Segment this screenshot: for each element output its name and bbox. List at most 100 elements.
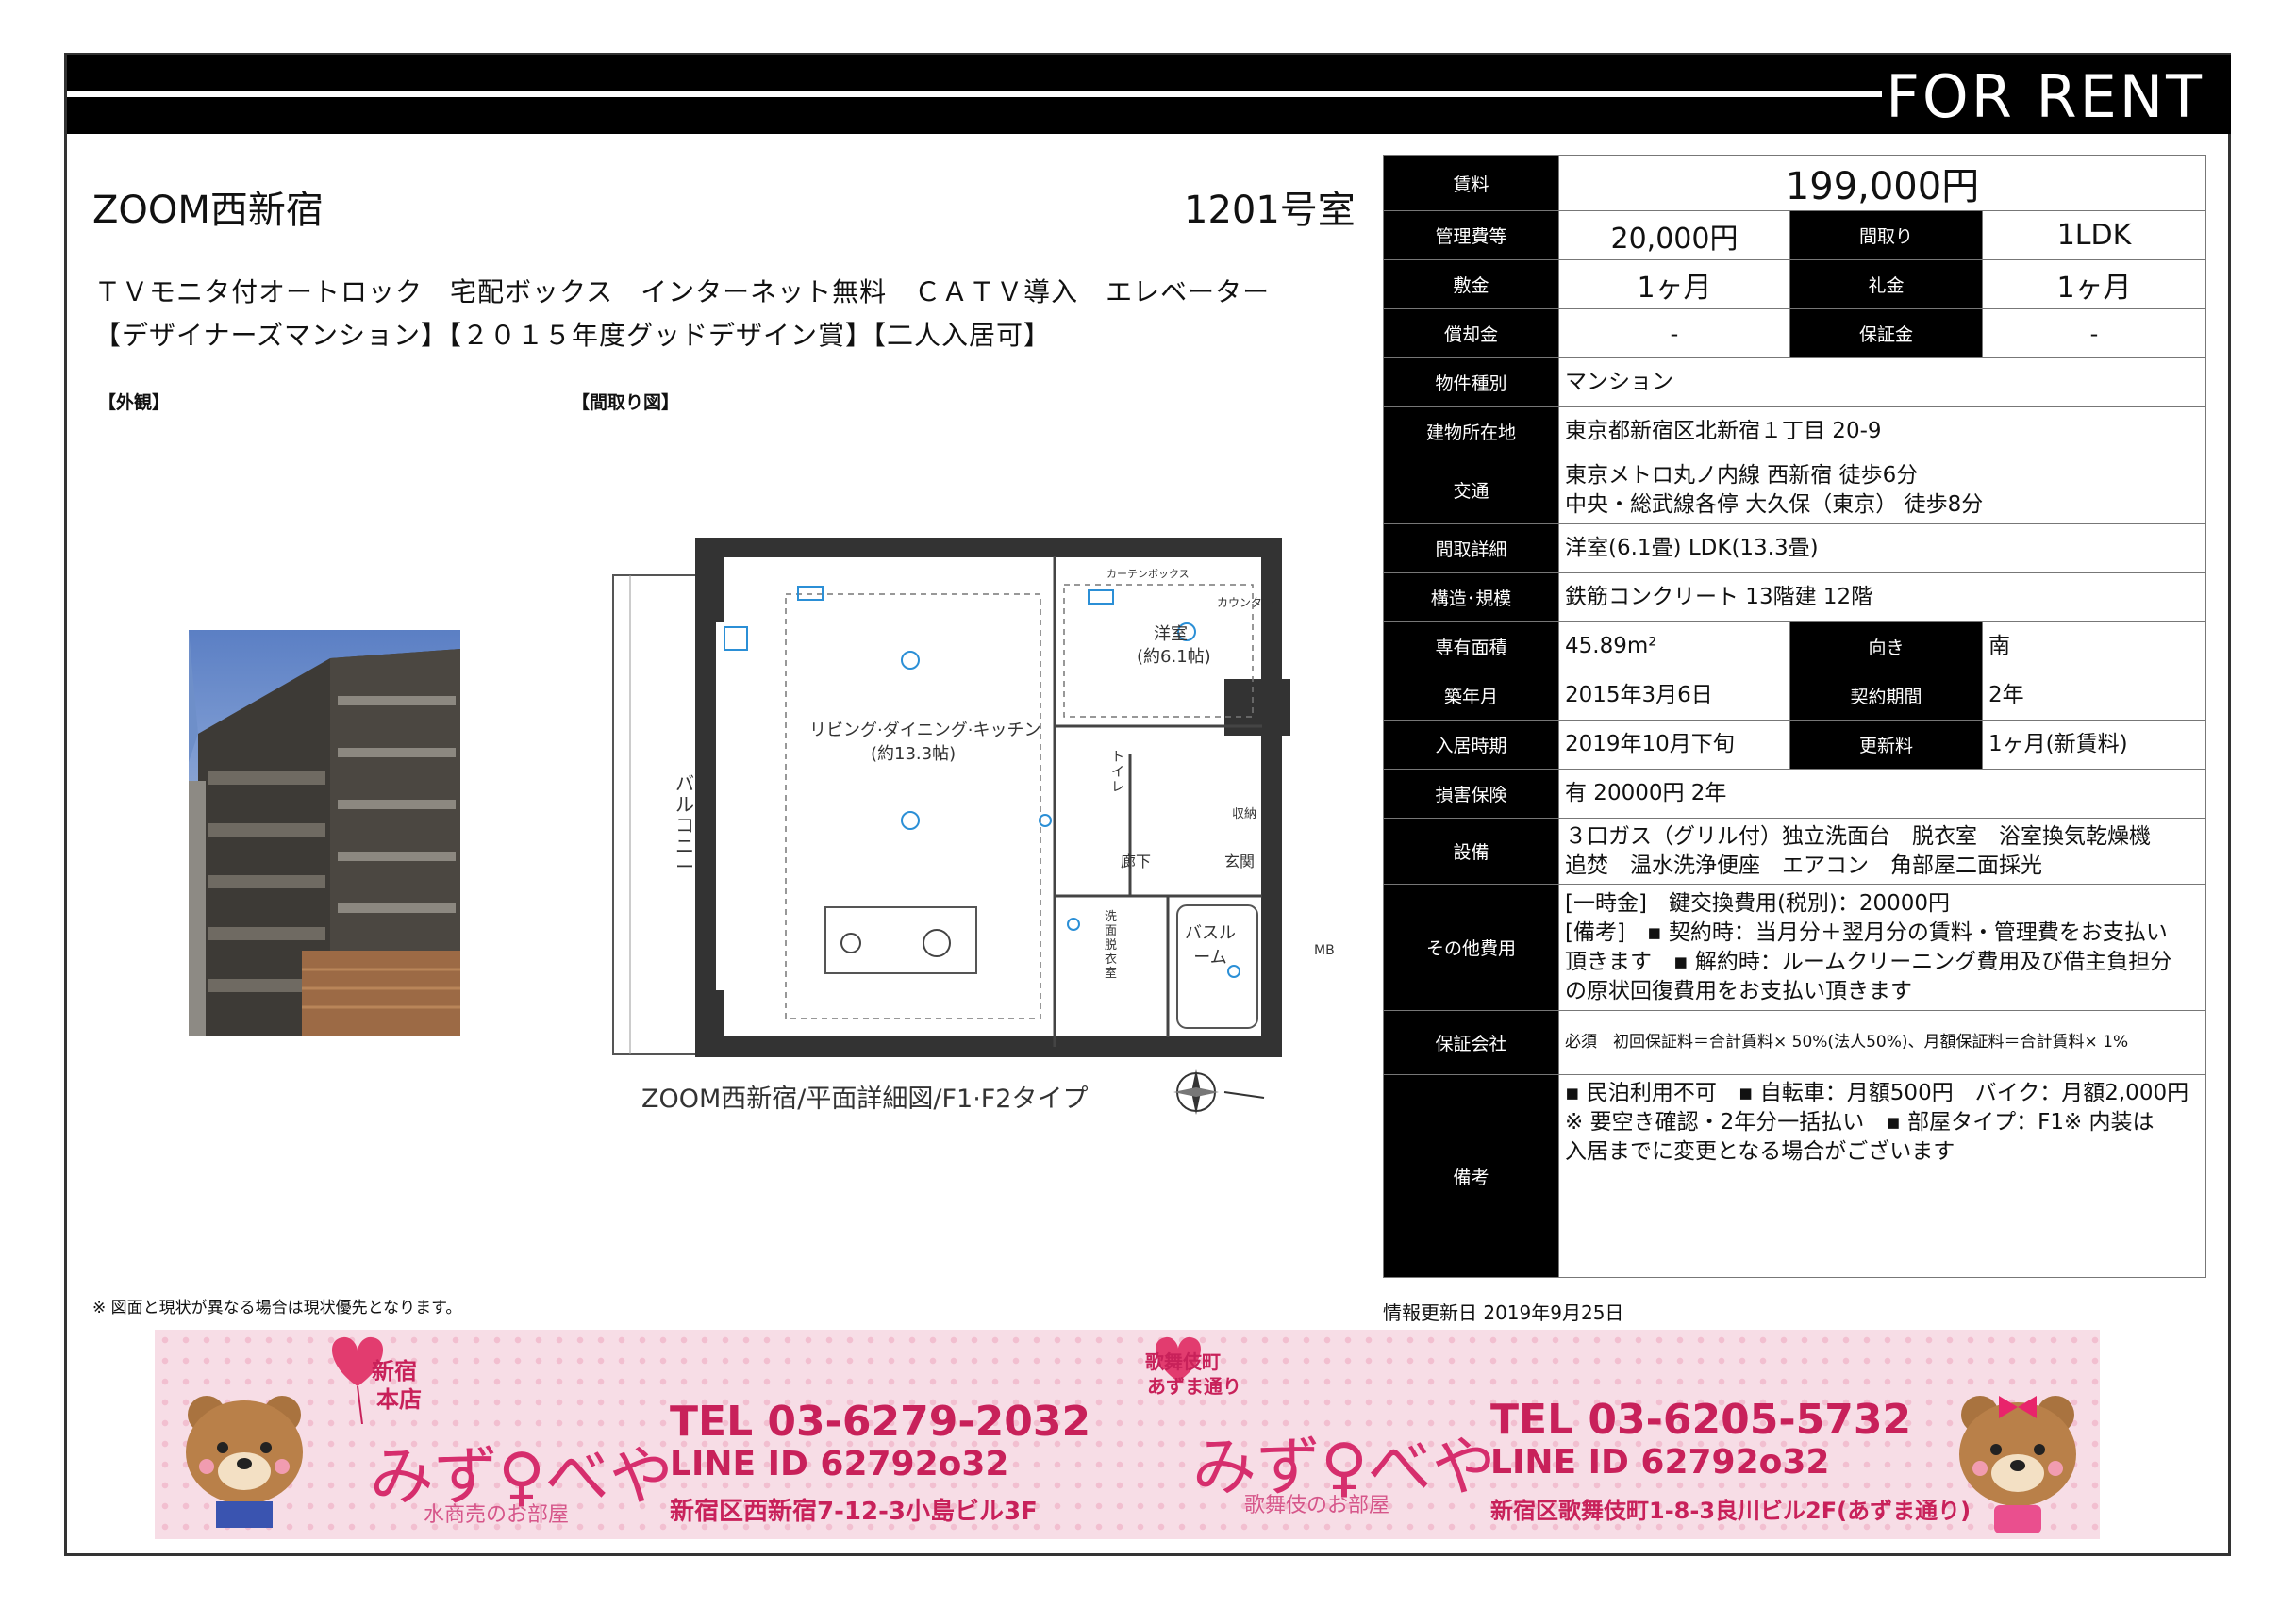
store1-subtitle: 水商売のお部屋: [424, 1503, 570, 1527]
exterior-photo: [189, 630, 460, 1036]
balcony-label: バルコニー: [675, 772, 694, 878]
transport-label: 交通: [1383, 456, 1559, 524]
store1-phone[interactable]: TEL 03-6279-2032: [670, 1398, 1090, 1446]
ldk-label: リビング·ダイニング·キッチン: [809, 721, 1041, 740]
western-room-label: 洋室: [1154, 624, 1188, 644]
transport-line-1: 東京メトロ丸ノ内線 西新宿 徒歩6分: [1565, 462, 1919, 488]
western-room-size: (約6.1帖): [1137, 647, 1211, 667]
contract-term-label: 契約期間: [1789, 671, 1983, 721]
floor-plan: リビング·ダイニング·キッチン (約13.3帖) 洋室 (約6.1帖) バルコニ…: [564, 537, 1356, 1122]
store1-area-tag-line1: 新宿: [372, 1358, 417, 1384]
rent-label: 賃料: [1383, 155, 1559, 211]
other-fees-value: [一時金] 鍵交換費用(税別)：20000円 [備考] ▪ 契約時：当月分＋翌月…: [1557, 884, 2207, 1011]
guarantee-deposit-label: 保証金: [1789, 308, 1983, 358]
structure-value: 鉄筋コンクリート 13階建 12階: [1557, 572, 2207, 622]
equipment-label: 設備: [1383, 818, 1559, 885]
equipment-line-2: 追焚 温水洗浄便座 エアコン 角部屋二面採光: [1565, 853, 2042, 878]
management-fee-value: 20,000円: [1558, 210, 1790, 260]
top-banner: FOR RENT: [67, 55, 2231, 134]
contract-term-value: 2年: [1981, 671, 2207, 721]
structure-label: 構造･規模: [1383, 572, 1559, 622]
store2-line-id[interactable]: LINE ID 62792o32: [1490, 1443, 1829, 1482]
layout-detail-value: 洋室(6.1畳) LDK(13.3畳): [1557, 523, 2207, 573]
other-fees-line-4: の原状回復費用をお支払い頂きます: [1565, 978, 1912, 1003]
key-money-label: 礼金: [1789, 259, 1983, 309]
transport-value: 東京メトロ丸ノ内線 西新宿 徒歩6分 中央・総武線各停 大久保（東京） 徒歩8分: [1557, 456, 2207, 524]
entrance-label: 玄関: [1224, 853, 1256, 870]
store1-address: 新宿区西新宿7-12-3小島ビル3F: [670, 1498, 1038, 1526]
features-line-1: ＴＶモニタ付オートロック 宅配ボックス インターネット無料 ＣＡＴＶ導入 エレベ…: [94, 276, 1271, 307]
deposit-label: 敷金: [1383, 259, 1559, 309]
store2-subtitle: 歌舞伎のお部屋: [1244, 1494, 1390, 1517]
layout-value: 1LDK: [1981, 210, 2207, 260]
store1-area-tag-line2: 本店: [376, 1386, 422, 1413]
building-name: ZOOM西新宿: [92, 189, 324, 232]
other-fees-line-2: [備考] ▪ 契約時：当月分＋翌月分の賃料・管理費をお支払い: [1565, 920, 2168, 945]
layout-detail-label: 間取詳細: [1383, 523, 1559, 573]
store2-phone[interactable]: TEL 03-6205-5732: [1490, 1396, 1911, 1444]
disclaimer-note: ※ 図面と現状が異なる場合は現状優先となります。: [92, 1299, 462, 1317]
building-illustration: [189, 630, 460, 1036]
banner-title: FOR RENT: [1886, 62, 2204, 131]
banner-stripe: [67, 91, 1882, 97]
layout-label: 間取り: [1789, 210, 1983, 260]
store2-area-tag-line2: あずま通り: [1147, 1375, 1241, 1398]
guarantor-label: 保証会社: [1383, 1010, 1559, 1075]
other-fees-label: その他費用: [1383, 884, 1559, 1011]
remarks-line-2: ※ 要空き確認・2年分一括払い ▪ 部屋タイプ：F1※ 内装は: [1565, 1110, 2155, 1135]
renewal-fee-value: 1ヶ月(新賃料): [1981, 720, 2207, 770]
address-value: 東京都新宿区北新宿１丁目 20-9: [1557, 406, 2207, 456]
property-info-table: 賃料 199,000円 管理費等 20,000円 間取り 1LDK 敷金 1ヶ月…: [1383, 155, 2207, 1278]
toilet-label: トイレ: [1111, 750, 1124, 795]
remarks-label: 備考: [1383, 1074, 1559, 1278]
amortization-value: -: [1558, 308, 1790, 358]
room-number: 1201号室: [1184, 189, 1356, 232]
equipment-value: ３口ガス（グリル付）独立洗面台 脱衣室 浴室換気乾燥機 追焚 温水洗浄便座 エア…: [1557, 818, 2207, 885]
features-line-2: 【デザイナーズマンション】【２０１５年度グッドデザイン賞】【二人入居可】: [94, 320, 1052, 351]
mb-label: MB: [1314, 943, 1335, 958]
bear-mascot-icon: [186, 1396, 303, 1528]
wash-room-label: 洗面脱衣室: [1105, 910, 1118, 981]
property-type-value: マンション: [1557, 357, 2207, 407]
store2-address: 新宿区歌舞伎町1-8-3良川ビル2F(あずま通り): [1490, 1498, 1972, 1524]
curtain-box-label: カーテンボックス: [1106, 568, 1190, 580]
agency-ad-banner[interactable]: 新宿 本店 みず♀べや 水商売のお部屋 TEL 03-6279-2032 LIN…: [155, 1330, 2100, 1539]
built-date-value: 2015年3月6日: [1558, 671, 1790, 721]
key-money-value: 1ヶ月: [1981, 259, 2207, 309]
remarks-value: ▪ 民泊利用不可 ▪ 自転車：月額500円 バイク：月額2,000円 ※ 要空き…: [1557, 1074, 2207, 1278]
store1-line-id[interactable]: LINE ID 62792o32: [670, 1445, 1008, 1483]
guarantee-deposit-value: -: [1981, 308, 2207, 358]
updated-date: 情報更新日 2019年9月25日: [1383, 1301, 1624, 1324]
bath-label: バスルーム: [1185, 923, 1236, 968]
storage-label: 収納: [1232, 807, 1257, 821]
amortization-label: 償却金: [1383, 308, 1559, 358]
rent-value: 199,000円: [1557, 155, 2207, 211]
hall-label: 廊下: [1121, 853, 1152, 870]
floor-area-label: 専有面積: [1383, 621, 1559, 671]
management-fee-label: 管理費等: [1383, 210, 1559, 260]
insurance-label: 損害保険: [1383, 769, 1559, 819]
other-fees-line-3: 頂きます ▪ 解約時：ルームクリーニング費用及び借主負担分: [1565, 949, 2172, 974]
move-in-value: 2019年10月下旬: [1558, 720, 1790, 770]
exterior-label: 【外観】: [98, 392, 171, 413]
guarantor-value: 必須 初回保証料＝合計賃料× 50%(法人50%)、月額保証料＝合計賃料× 1%: [1557, 1010, 2207, 1075]
counter-label: カウンター: [1217, 596, 1274, 609]
direction-label: 向き: [1789, 621, 1983, 671]
bear-mascot-icon-2: [1959, 1396, 2076, 1533]
store2-area-tag-line1: 歌舞伎町: [1145, 1351, 1221, 1373]
direction-value: 南: [1981, 621, 2207, 671]
other-fees-line-1: [一時金] 鍵交換費用(税別)：20000円: [1565, 890, 1951, 916]
floor-plan-caption: ZOOM西新宿/平面詳細図/F1·F2タイプ: [641, 1085, 1089, 1114]
floorplan-label: 【間取り図】: [572, 392, 680, 413]
move-in-label: 入居時期: [1383, 720, 1559, 770]
renewal-fee-label: 更新料: [1789, 720, 1983, 770]
transport-line-2: 中央・総武線各停 大久保（東京） 徒歩8分: [1565, 491, 1984, 517]
equipment-line-1: ３口ガス（グリル付）独立洗面台 脱衣室 浴室換気乾燥機: [1565, 823, 2151, 849]
property-type-label: 物件種別: [1383, 357, 1559, 407]
ldk-size: (約13.3帖): [871, 744, 957, 764]
built-date-label: 築年月: [1383, 671, 1559, 721]
remarks-line-3: 入居までに変更となる場合がございます: [1565, 1139, 1955, 1164]
floor-area-value: 45.89m²: [1558, 621, 1790, 671]
remarks-line-1: ▪ 民泊利用不可 ▪ 自転車：月額500円 バイク：月額2,000円: [1565, 1081, 2189, 1105]
insurance-value: 有 20000円 2年: [1557, 769, 2207, 819]
